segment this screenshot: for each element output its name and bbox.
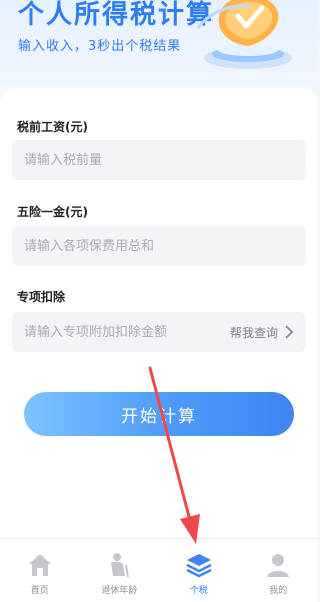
page-title: 个人所得税计算 — [18, 0, 215, 30]
tab-income-tax[interactable]: 个税 — [159, 539, 238, 596]
deduction-field[interactable]: 帮我查询 — [12, 312, 306, 352]
tab-profile-label: 我的 — [269, 586, 288, 596]
bottom-tab-bar: 首页 退休年龄 个税 我的 — [0, 538, 318, 602]
tab-home[interactable]: 首页 — [0, 539, 79, 596]
user-icon — [267, 554, 290, 577]
elderly-person-icon — [111, 553, 130, 578]
insurance-input[interactable] — [24, 238, 294, 254]
tab-income-tax-label: 个税 — [189, 586, 208, 596]
page-subtitle: 输入收入，3秒出个税结果 — [18, 39, 182, 54]
home-icon — [28, 554, 51, 576]
insurance-field[interactable] — [12, 226, 306, 266]
salary-label: 税前工资(元) — [17, 120, 88, 134]
lookup-link[interactable]: 帮我查询 — [230, 324, 294, 341]
lookup-label: 帮我查询 — [229, 325, 278, 340]
salary-input[interactable] — [24, 152, 294, 168]
chevron-right-icon — [285, 325, 294, 339]
coin-illustration-icon — [196, 0, 292, 69]
tab-home-label: 首页 — [30, 586, 49, 596]
insurance-label: 五险一金(元) — [17, 205, 88, 219]
layers-icon — [186, 554, 212, 578]
tab-profile[interactable]: 我的 — [239, 539, 318, 596]
form-card: 税前工资(元) 五险一金(元) 专项扣除 帮我查询 — [0, 88, 318, 538]
deduction-input[interactable] — [24, 324, 230, 340]
tab-retirement-age-label: 退休年龄 — [101, 586, 138, 596]
tab-retirement-age[interactable]: 退休年龄 — [80, 539, 159, 596]
salary-field[interactable] — [12, 140, 306, 180]
start-calculation-button[interactable]: 开始计算 — [24, 392, 294, 436]
deduction-label: 专项扣除 — [17, 290, 66, 304]
